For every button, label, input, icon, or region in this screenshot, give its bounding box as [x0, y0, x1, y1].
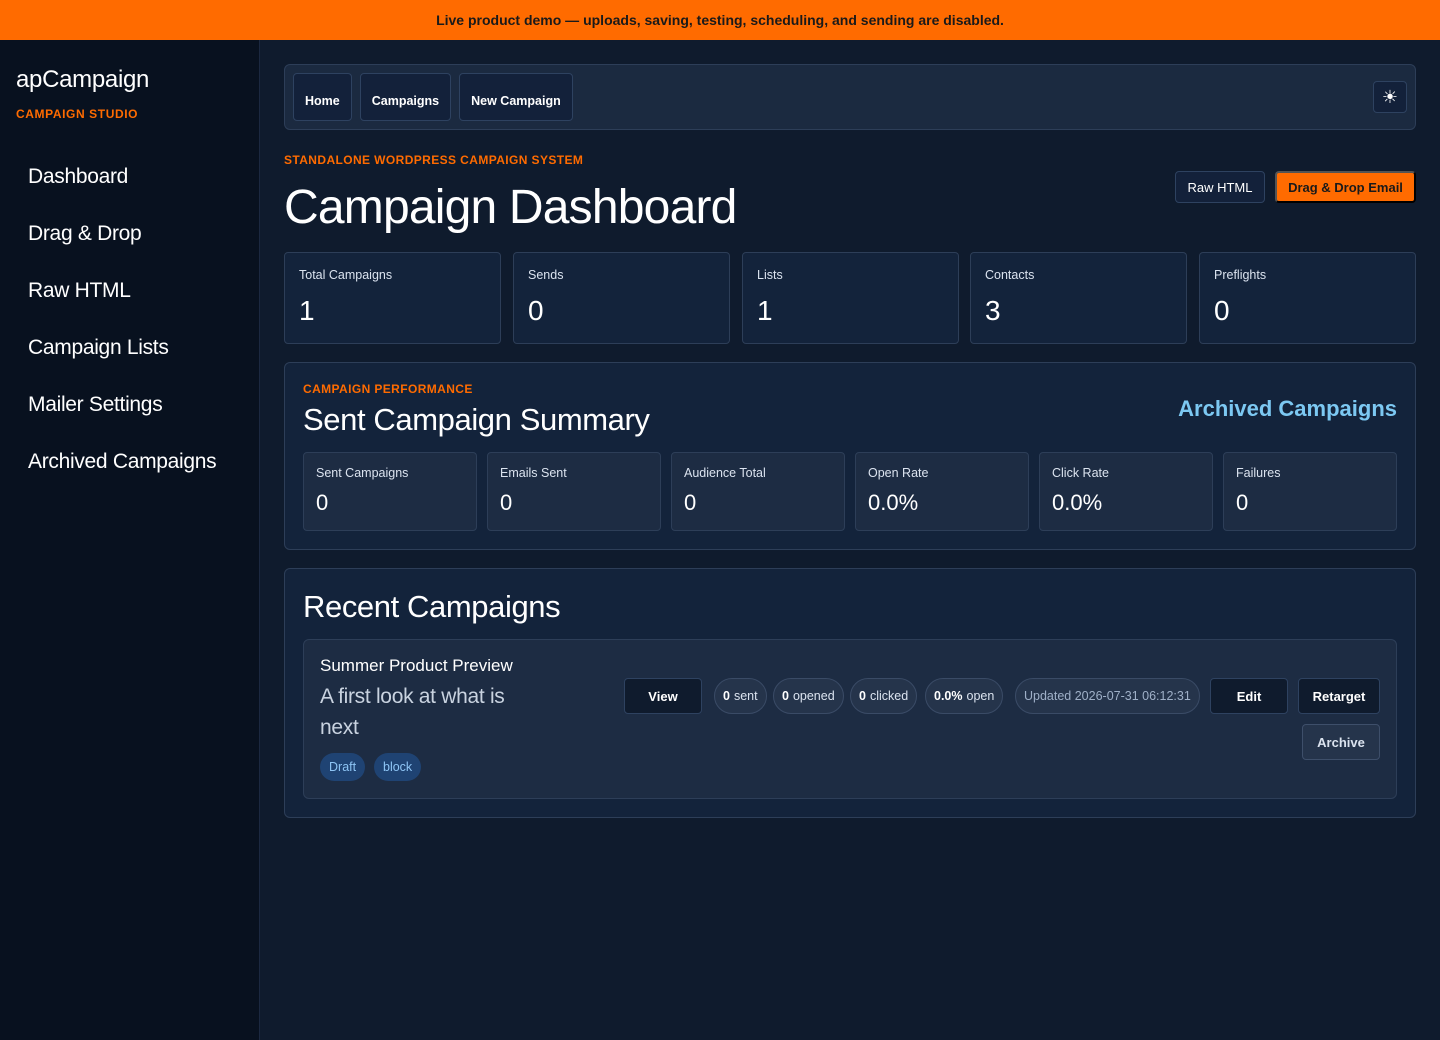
metric-value: 0.0%	[1052, 490, 1103, 515]
metric-label: Failures	[1236, 466, 1281, 480]
stat-card-sends: Sends 0	[513, 252, 730, 344]
opened-count: 0	[782, 689, 789, 703]
stat-card-lists: Lists 1	[742, 252, 959, 344]
metric-audience-total: Audience Total 0	[671, 452, 845, 531]
raw-html-button[interactable]: Raw HTML	[1175, 171, 1265, 203]
metric-value: 0.0%	[868, 490, 919, 515]
metric-label: Sent Campaigns	[316, 466, 409, 480]
demo-banner: Live product demo — uploads, saving, tes…	[0, 0, 1440, 40]
archive-campaign-button[interactable]: Archive	[1302, 724, 1380, 760]
page-title: Campaign Dashboard	[284, 181, 737, 234]
brand-subtitle: CAMPAIGN STUDIO	[16, 107, 139, 121]
sidebar-item-dashboard[interactable]: Dashboard	[28, 162, 216, 219]
metric-label: Open Rate	[868, 466, 929, 480]
page-eyebrow: STANDALONE WORDPRESS CAMPAIGN SYSTEM	[284, 153, 584, 167]
sidebar-nav: Dashboard Drag & Drop Raw HTML Campaign …	[28, 162, 217, 504]
sun-icon: ☀	[1381, 86, 1399, 107]
recent-campaigns-panel: Recent Campaigns Summer Product Preview …	[284, 568, 1416, 818]
campaign-subject: A first look at what is next	[320, 685, 505, 739]
top-nav-bar: Home Campaigns New Campaign ☀	[284, 64, 1416, 130]
recent-campaigns-title: Recent Campaigns	[303, 589, 561, 624]
sent-count-label: sent	[733, 689, 758, 703]
performance-title: Sent Campaign Summary	[303, 402, 650, 437]
open-rate-label: open	[966, 689, 995, 703]
view-campaign-button[interactable]: View	[624, 678, 702, 714]
sidebar-item-mailer-settings[interactable]: Mailer Settings	[28, 390, 216, 447]
retarget-campaign-button[interactable]: Retarget	[1298, 678, 1380, 714]
sidebar-item-drag-drop[interactable]: Drag & Drop	[28, 219, 216, 276]
campaign-row: Summer Product Preview A first look at w…	[303, 639, 1397, 799]
nav-new-campaign-button[interactable]: New Campaign	[459, 73, 573, 121]
sent-count: 0	[723, 689, 730, 703]
opened-count-pill: 0 opened	[773, 678, 844, 714]
sidebar: apCampaign CAMPAIGN STUDIO Dashboard Dra…	[0, 40, 260, 1040]
metric-value: 0	[1236, 490, 1249, 515]
clicked-count-label: clicked	[869, 689, 909, 703]
archived-campaigns-link[interactable]: Archived Campaigns	[1178, 396, 1397, 422]
stat-label: Contacts	[985, 268, 1035, 282]
edit-campaign-button[interactable]: Edit	[1210, 678, 1288, 714]
clicked-count-pill: 0 clicked	[850, 678, 918, 714]
brand-name: apCampaign	[16, 66, 150, 93]
metric-label: Audience Total	[684, 466, 766, 480]
theme-toggle-button[interactable]: ☀	[1373, 81, 1407, 113]
metric-emails-sent: Emails Sent 0	[487, 452, 661, 531]
metric-label: Emails Sent	[500, 466, 567, 480]
metric-failures: Failures 0	[1223, 452, 1397, 531]
performance-eyebrow: CAMPAIGN PERFORMANCE	[303, 382, 473, 396]
campaign-name: Summer Product Preview	[320, 656, 513, 675]
updated-timestamp: Updated 2026-07-31 06:12:31	[1015, 678, 1200, 714]
nav-home-button[interactable]: Home	[293, 73, 352, 121]
stat-label: Sends	[528, 268, 564, 282]
open-rate-value: 0.0%	[934, 689, 963, 703]
performance-panel: CAMPAIGN PERFORMANCE Sent Campaign Summa…	[284, 362, 1416, 550]
opened-count-label: opened	[792, 689, 835, 703]
metric-value: 0	[684, 490, 697, 515]
stat-value: 0	[528, 295, 544, 326]
metric-value: 0	[316, 490, 329, 515]
sidebar-item-campaign-lists[interactable]: Campaign Lists	[28, 333, 216, 390]
stat-card-total-campaigns: Total Campaigns 1	[284, 252, 501, 344]
clicked-count: 0	[859, 689, 866, 703]
nav-campaigns-button[interactable]: Campaigns	[359, 73, 452, 121]
metric-click-rate: Click Rate 0.0%	[1039, 452, 1213, 531]
stat-card-contacts: Contacts 3	[970, 252, 1187, 344]
stat-label: Lists	[757, 268, 783, 282]
stat-value: 3	[985, 295, 1001, 326]
metric-label: Click Rate	[1052, 466, 1109, 480]
top-nav-buttons: Home Campaigns New Campaign	[293, 73, 573, 121]
stat-value: 0	[1214, 295, 1230, 326]
stat-label: Total Campaigns	[299, 268, 393, 282]
metric-open-rate: Open Rate 0.0%	[855, 452, 1029, 531]
stat-card-preflights: Preflights 0	[1199, 252, 1416, 344]
drag-drop-email-button[interactable]: Drag & Drop Email	[1275, 171, 1416, 203]
sidebar-item-archived-campaigns[interactable]: Archived Campaigns	[28, 447, 217, 504]
type-badge: block	[374, 753, 422, 781]
stat-value: 1	[757, 295, 773, 326]
metric-value: 0	[500, 490, 513, 515]
sent-count-pill: 0 sent	[714, 678, 767, 714]
stat-value: 1	[299, 295, 315, 326]
metric-sent-campaigns: Sent Campaigns 0	[303, 452, 477, 531]
sidebar-item-raw-html[interactable]: Raw HTML	[28, 276, 216, 333]
stat-label: Preflights	[1214, 268, 1267, 282]
open-rate-pill: 0.0% open	[925, 678, 1004, 714]
status-badge: Draft	[320, 753, 366, 781]
